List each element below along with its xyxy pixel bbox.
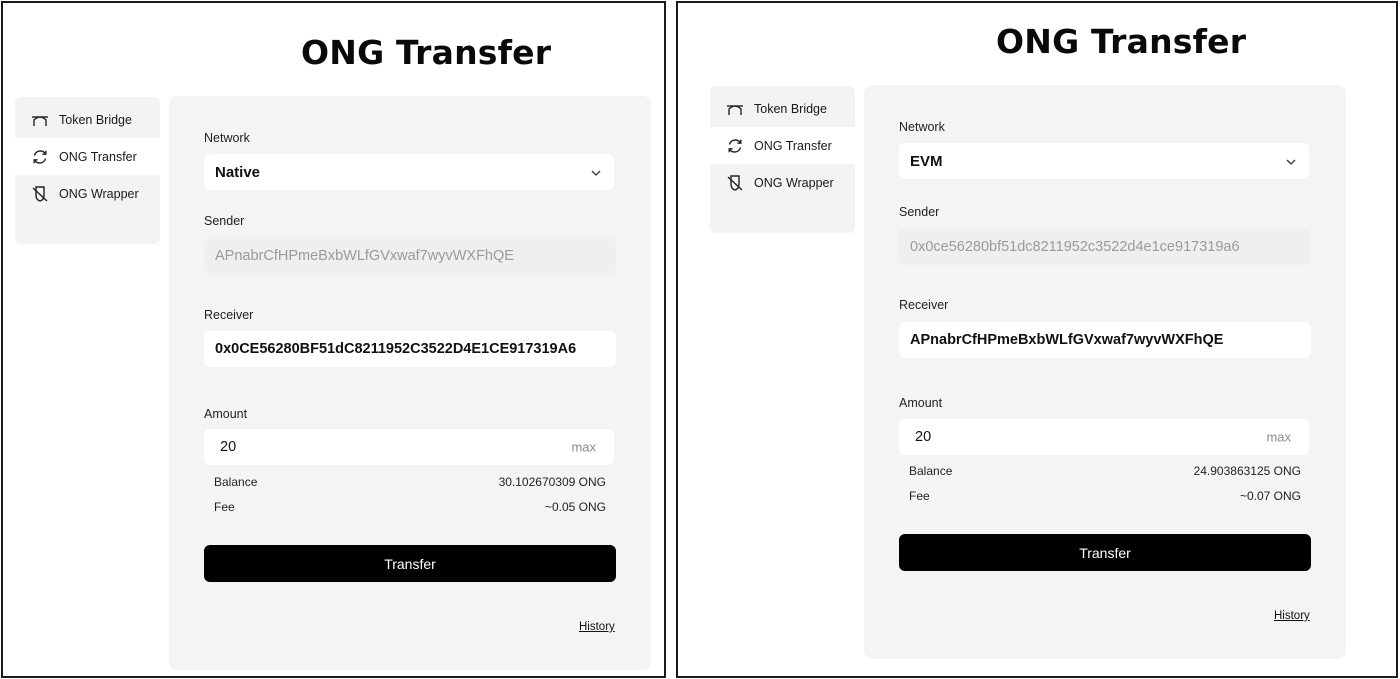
amount-label: Amount — [204, 407, 248, 421]
sidebar-item-ong-wrapper[interactable]: ONG Wrapper — [15, 175, 160, 212]
receiver-label: Receiver — [899, 298, 949, 312]
fee-value: ~0.07 ONG — [1239, 489, 1301, 503]
sender-label: Sender — [899, 205, 940, 219]
sidebar-nav: Token Bridge ONG Transfer ONG Wrapper — [710, 86, 855, 233]
balance-value: 30.102670309 ONG — [498, 475, 606, 489]
page-title: ONG Transfer — [996, 22, 1247, 61]
sidebar-item-label: ONG Wrapper — [754, 175, 834, 190]
sender-field: APnabrCfHPmeBxbWLfGVxwaf7wyvWXFhQE — [204, 238, 616, 274]
max-button[interactable]: max — [1266, 430, 1291, 445]
amount-value: 20 — [220, 439, 237, 455]
refresh-icon — [726, 137, 744, 155]
transfer-card: Network Native Sender APnabrCfHPmeBxbWLf… — [169, 96, 651, 670]
bridge-icon — [31, 111, 49, 129]
sidebar-item-label: Token Bridge — [754, 101, 827, 116]
sidebar-item-label: ONG Transfer — [754, 138, 832, 153]
chevron-down-icon — [1285, 155, 1297, 167]
network-select[interactable]: EVM — [899, 143, 1309, 179]
network-select[interactable]: Native — [204, 154, 614, 190]
amount-label: Amount — [899, 396, 943, 410]
balance-label: Balance — [214, 475, 258, 489]
sidebar-item-token-bridge[interactable]: Token Bridge — [15, 101, 160, 138]
receiver-input[interactable]: APnabrCfHPmeBxbWLfGVxwaf7wyvWXFhQE — [899, 322, 1311, 358]
wrapper-icon — [31, 185, 49, 203]
sidebar-item-ong-transfer[interactable]: ONG Transfer — [15, 138, 160, 175]
receiver-label: Receiver — [204, 308, 254, 322]
wrapper-icon — [726, 174, 744, 192]
history-link[interactable]: History — [579, 621, 615, 633]
network-label: Network — [899, 120, 945, 134]
history-link[interactable]: History — [1274, 610, 1310, 622]
transfer-card: Network EVM Sender 0x0ce56280bf51dc82119… — [864, 85, 1346, 659]
bridge-icon — [726, 100, 744, 118]
fee-label: Fee — [214, 500, 235, 514]
amount-input[interactable]: 20 max — [899, 419, 1309, 455]
network-value: Native — [215, 163, 261, 181]
receiver-input[interactable]: 0x0CE56280BF51dC8211952C3522D4E1CE917319… — [204, 331, 616, 367]
fee-row: Fee ~0.07 ONG — [909, 489, 1301, 503]
balance-value: 24.903863125 ONG — [1193, 464, 1301, 478]
chevron-down-icon — [590, 166, 602, 178]
balance-row: Balance 30.102670309 ONG — [214, 475, 606, 489]
amount-input[interactable]: 20 max — [204, 429, 614, 465]
fee-row: Fee ~0.05 ONG — [214, 500, 606, 514]
sidebar-item-ong-transfer[interactable]: ONG Transfer — [710, 127, 855, 164]
transfer-button[interactable]: Transfer — [204, 545, 616, 582]
left-panel: ONG Transfer Token Bridge ONG Transfer O… — [1, 1, 666, 678]
balance-row: Balance 24.903863125 ONG — [909, 464, 1301, 478]
sidebar-item-token-bridge[interactable]: Token Bridge — [710, 90, 855, 127]
sidebar-nav: Token Bridge ONG Transfer ONG Wrapper — [15, 97, 160, 244]
refresh-icon — [31, 148, 49, 166]
right-panel: ONG Transfer Token Bridge ONG Transfer O… — [676, 1, 1398, 678]
sidebar-item-ong-wrapper[interactable]: ONG Wrapper — [710, 164, 855, 201]
sidebar-item-label: ONG Wrapper — [59, 186, 139, 201]
sender-field: 0x0ce56280bf51dc8211952c3522d4e1ce917319… — [899, 229, 1311, 265]
network-value: EVM — [910, 152, 943, 170]
balance-label: Balance — [909, 464, 953, 478]
sidebar-item-label: ONG Transfer — [59, 149, 137, 164]
max-button[interactable]: max — [571, 440, 596, 455]
fee-label: Fee — [909, 489, 930, 503]
page-title: ONG Transfer — [301, 33, 552, 72]
sidebar-item-label: Token Bridge — [59, 112, 132, 127]
amount-value: 20 — [915, 429, 932, 445]
sender-label: Sender — [204, 214, 245, 228]
network-label: Network — [204, 131, 250, 145]
fee-value: ~0.05 ONG — [544, 500, 606, 514]
transfer-button[interactable]: Transfer — [899, 534, 1311, 571]
